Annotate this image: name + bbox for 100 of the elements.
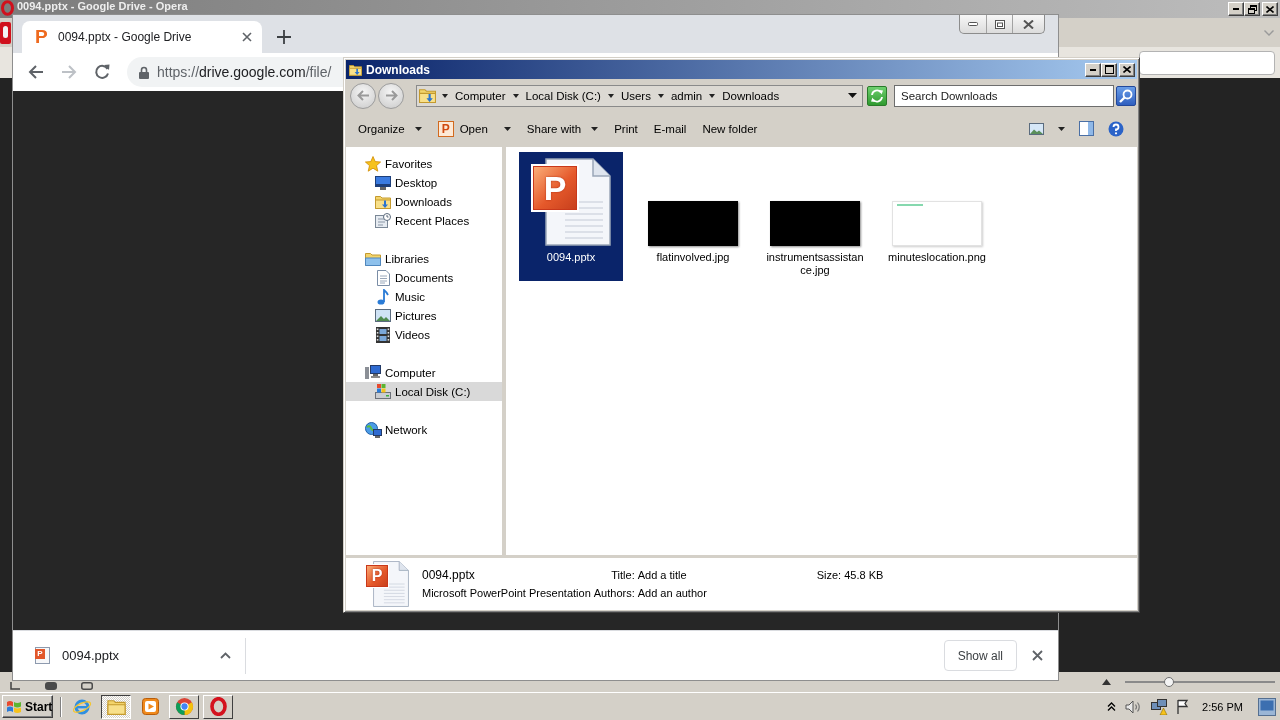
download-item[interactable]: P 0094.pptx bbox=[13, 635, 245, 676]
breadcrumb-arrow-icon bbox=[442, 93, 448, 98]
nav-item[interactable]: Documents bbox=[346, 268, 502, 287]
nav-item[interactable]: Desktop bbox=[346, 173, 502, 192]
nav-item[interactable]: Network bbox=[346, 420, 502, 439]
o-ring-icon bbox=[1, 0, 14, 16]
start-button[interactable]: Start bbox=[2, 695, 53, 718]
breadcrumb-item[interactable]: Computer bbox=[454, 89, 507, 102]
disk-drive-icon bbox=[375, 384, 391, 399]
window-title: 0094.pptx - Google Drive - Opera bbox=[17, 0, 188, 13]
address-bar[interactable]: https://drive.google.com/file/ bbox=[127, 57, 343, 87]
p-file-icon: P bbox=[437, 120, 454, 137]
dropdown-arrow-icon[interactable] bbox=[848, 93, 857, 98]
picture-icon[interactable] bbox=[1029, 122, 1044, 135]
slider-thumb[interactable] bbox=[1164, 677, 1175, 687]
play-icon bbox=[141, 698, 159, 715]
nav-item[interactable]: Local Disk (C:) bbox=[346, 382, 502, 401]
network-icon bbox=[364, 421, 382, 438]
nav-item[interactable]: Recent Places bbox=[346, 211, 502, 230]
flag-icon[interactable] bbox=[1177, 699, 1190, 714]
breadcrumb-item[interactable]: Local Disk (C:) bbox=[524, 89, 602, 102]
maximize-icon bbox=[1104, 65, 1114, 74]
file-item[interactable]: instrumentsassistance.jpg bbox=[763, 152, 867, 281]
breadcrumb-arrow-icon bbox=[709, 93, 716, 98]
show-all-button[interactable]: Show all bbox=[943, 640, 1017, 671]
property-value[interactable]: Add a title bbox=[637, 569, 814, 581]
property-value[interactable]: 45.8 KB bbox=[844, 569, 1021, 581]
back-arrow-icon bbox=[356, 90, 370, 101]
computer-icon bbox=[365, 365, 381, 380]
file-name: 0094.pptx bbox=[422, 568, 476, 582]
forward-arrow-icon bbox=[61, 64, 77, 80]
minimize-button[interactable] bbox=[1228, 2, 1244, 16]
forward-arrow-icon bbox=[384, 90, 398, 101]
download-folder-icon bbox=[419, 88, 436, 103]
nav-item[interactable]: Libraries bbox=[346, 249, 502, 268]
nav-item[interactable]: Computer bbox=[346, 363, 502, 382]
file-item[interactable]: flatinvolved.jpg bbox=[641, 152, 745, 281]
breadcrumb-arrow-icon bbox=[657, 93, 664, 98]
search-field[interactable]: Search Downloads bbox=[894, 84, 1114, 107]
picture-icon bbox=[375, 309, 391, 322]
maximize-icon bbox=[994, 19, 1005, 29]
refresh-button[interactable] bbox=[867, 85, 887, 106]
lock-icon bbox=[139, 65, 149, 79]
property-label: Title: bbox=[610, 569, 635, 581]
close-icon bbox=[1023, 19, 1034, 29]
minimize-icon bbox=[1090, 68, 1096, 71]
caret-down-icon bbox=[591, 126, 599, 131]
breadcrumb-arrow-icon bbox=[607, 93, 614, 98]
restore-icon bbox=[1247, 4, 1257, 14]
file-type: Microsoft PowerPoint Presentation bbox=[422, 587, 591, 599]
help-icon[interactable] bbox=[1108, 120, 1124, 137]
show-desktop-icon[interactable] bbox=[1258, 697, 1276, 716]
nav-item[interactable]: Downloads bbox=[346, 192, 502, 211]
file-item[interactable]: P 0094.pptx bbox=[519, 152, 623, 281]
star-icon bbox=[365, 155, 381, 172]
breadcrumb-item[interactable]: Users bbox=[619, 89, 652, 102]
toolbar-button[interactable]: New folder bbox=[696, 116, 764, 141]
chevron-up-icon[interactable] bbox=[1107, 702, 1117, 711]
recent-places-icon bbox=[375, 212, 391, 229]
property-value[interactable]: Add an author bbox=[637, 587, 814, 599]
close-icon bbox=[1266, 5, 1274, 13]
search-icon bbox=[1119, 88, 1133, 103]
minimize-icon bbox=[1233, 8, 1239, 10]
network-icon[interactable] bbox=[1151, 698, 1169, 715]
address-bar[interactable]: Computer Local Disk (C:) Users admin Downloads bbox=[416, 84, 863, 107]
breadcrumb-arrow-icon bbox=[512, 93, 519, 98]
address-field[interactable] bbox=[1139, 50, 1275, 75]
toolbar-button[interactable]: Share with bbox=[520, 116, 605, 141]
nav-item[interactable]: Videos bbox=[346, 325, 502, 344]
nav-item[interactable]: Favorites bbox=[346, 154, 502, 173]
toolbar-button[interactable]: Organize bbox=[352, 116, 428, 141]
film-strip-icon bbox=[376, 326, 390, 343]
nav-item[interactable]: Music bbox=[346, 287, 502, 306]
minimize-button[interactable] bbox=[1085, 62, 1101, 77]
toolbar-button[interactable]: Print bbox=[608, 116, 644, 141]
speaker-icon[interactable] bbox=[1125, 699, 1143, 714]
toolbar-button[interactable]: P Open bbox=[431, 116, 517, 141]
status-icon[interactable] bbox=[10, 682, 21, 690]
breadcrumb-item[interactable]: admin bbox=[669, 89, 704, 102]
status-icon[interactable] bbox=[45, 682, 57, 690]
property-label: Size: bbox=[816, 569, 842, 581]
caret-down-icon[interactable] bbox=[1058, 126, 1065, 131]
preview-pane-icon[interactable] bbox=[1079, 121, 1094, 136]
triangle-up-icon[interactable] bbox=[1102, 679, 1111, 685]
restore-button[interactable] bbox=[1244, 2, 1260, 16]
clock[interactable]: 2:56 PM bbox=[1202, 700, 1243, 713]
nav-item[interactable]: Pictures bbox=[346, 306, 502, 325]
toolbar-button[interactable]: E-mail bbox=[647, 116, 693, 141]
menu-logo-icon[interactable] bbox=[0, 21, 11, 44]
close-icon[interactable] bbox=[242, 32, 252, 42]
browser-tab[interactable]: P 0094.pptx - Google Drive bbox=[22, 21, 262, 53]
library-icon bbox=[365, 251, 381, 266]
status-icon[interactable] bbox=[81, 682, 93, 690]
search-button[interactable] bbox=[1116, 85, 1136, 106]
taskbar-button[interactable] bbox=[101, 694, 131, 719]
file-item[interactable]: minuteslocation.png bbox=[885, 152, 989, 281]
desktop-icon bbox=[375, 175, 391, 190]
minimize-icon bbox=[968, 22, 978, 26]
download-folder-icon bbox=[349, 63, 362, 76]
breadcrumb-item[interactable]: Downloads bbox=[721, 89, 781, 102]
